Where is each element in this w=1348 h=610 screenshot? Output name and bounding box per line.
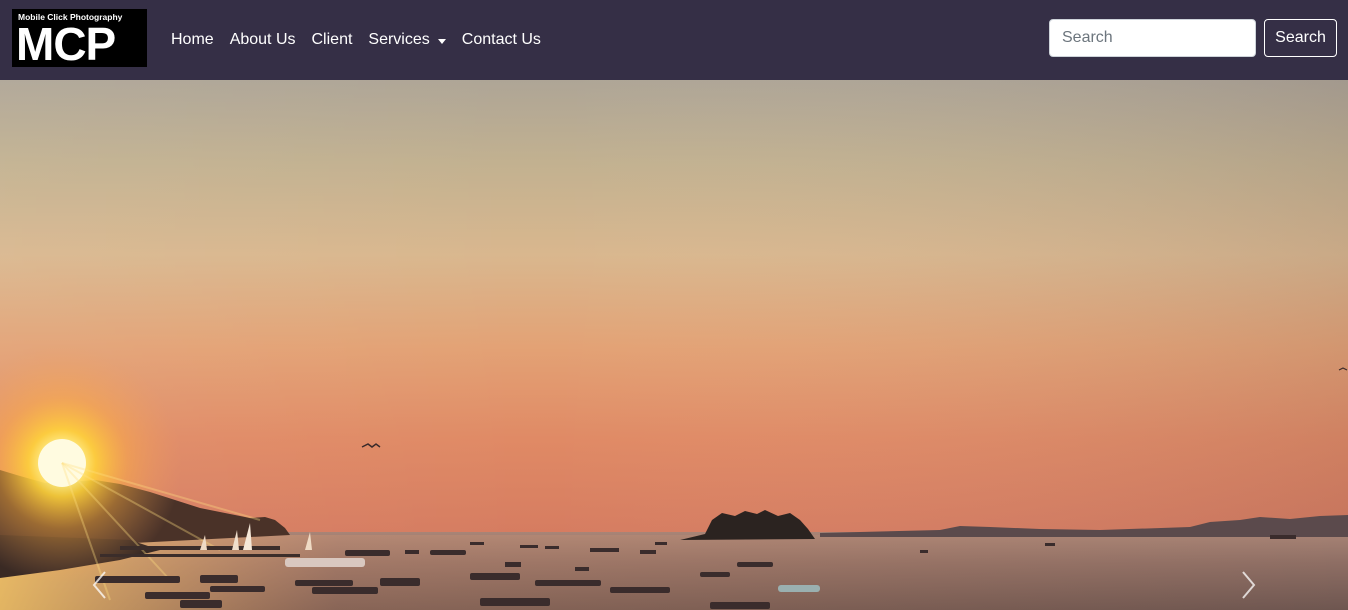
navbar: Mobile Click Photography MCP Home About …: [0, 0, 1348, 80]
main-nav: Home About Us Client Services Contact Us: [163, 0, 549, 80]
nav-about-us[interactable]: About Us: [222, 20, 304, 60]
nav-services-dropdown[interactable]: Services: [360, 20, 453, 60]
chevron-right-icon: [1242, 571, 1256, 599]
carousel-next-button[interactable]: [1228, 560, 1268, 610]
nav-home[interactable]: Home: [163, 20, 222, 60]
brand-logo[interactable]: Mobile Click Photography MCP: [12, 9, 147, 67]
nav-contact-us[interactable]: Contact Us: [454, 20, 549, 60]
carousel-prev-button[interactable]: [80, 560, 120, 610]
search-input[interactable]: [1049, 19, 1256, 57]
nav-client[interactable]: Client: [304, 20, 361, 60]
carousel-slide-image: [0, 80, 1348, 610]
caret-down-icon: [437, 38, 446, 44]
nav-services-label: Services: [368, 31, 430, 48]
chevron-left-icon: [92, 571, 106, 599]
search-button[interactable]: Search: [1264, 19, 1337, 57]
brand-logo-text: MCP: [16, 18, 116, 67]
hero-carousel: [0, 80, 1348, 610]
